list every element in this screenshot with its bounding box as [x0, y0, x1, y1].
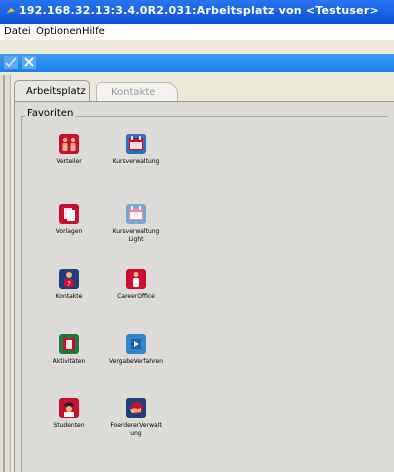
- favorite-verteiler[interactable]: Verteiler: [42, 134, 96, 166]
- app-icon: [6, 8, 16, 14]
- favorite-label: Vorlagen: [55, 228, 83, 235]
- favorite-kursverwaltung[interactable]: Kursverwaltung: [109, 134, 163, 166]
- favorite-label: CareerOffice: [117, 293, 155, 300]
- close-icon[interactable]: [21, 55, 37, 70]
- favorite-kontakte[interactable]: ? Kontakte: [42, 269, 96, 301]
- favorite-label: Aktivitäten: [52, 358, 86, 365]
- tab-kontakte[interactable]: Kontakte: [96, 82, 178, 102]
- graduate-icon: [59, 398, 79, 418]
- favorite-careeroffice[interactable]: CareerOffice: [109, 269, 163, 301]
- tab-arbeitsplatz-label: Arbeitsplatz: [26, 86, 86, 97]
- menu-optionen[interactable]: Optionen: [36, 26, 82, 37]
- check-icon[interactable]: [3, 55, 19, 70]
- window-title: 192.168.32.13:3.4.0R2.031:Arbeitsplatz v…: [19, 4, 379, 17]
- favorite-aktivitaeten[interactable]: Aktivitäten: [42, 334, 96, 366]
- calendar-icon: [126, 134, 146, 154]
- favorite-foerdererverwaltung[interactable]: FoerdererVerwaltung: [109, 398, 163, 438]
- favorite-studenten[interactable]: Studenten: [42, 398, 96, 430]
- menu-bar: Datei Optionen Hilfe: [0, 24, 394, 40]
- menu-hilfe[interactable]: Hilfe: [82, 26, 105, 37]
- favorite-label: VergabeVerfahren: [109, 358, 163, 365]
- calendar-light-icon: [126, 204, 146, 224]
- favorite-label: Kursverwaltung Light: [112, 228, 160, 243]
- favorite-kursverwaltung-light[interactable]: Kursverwaltung Light: [109, 204, 163, 244]
- contact-question-icon: ?: [59, 269, 79, 289]
- activities-icon: [59, 334, 79, 354]
- favorite-label: Studenten: [53, 422, 85, 429]
- favorite-label: Kursverwaltung: [112, 158, 160, 165]
- tab-content: Favoriten Verteiler Vorlagen ? Kontakte …: [14, 101, 394, 472]
- favorite-vorlagen[interactable]: Vorlagen: [42, 204, 96, 236]
- tab-arbeitsplatz[interactable]: Arbeitsplatz: [14, 80, 90, 102]
- favorite-label: Verteiler: [56, 158, 82, 165]
- career-person-icon: [126, 269, 146, 289]
- toolbar-strip: [0, 54, 394, 72]
- favorite-label: Kontakte: [55, 293, 83, 300]
- favorite-label: FoerdererVerwaltung: [110, 422, 162, 437]
- people-group-icon: [59, 134, 79, 154]
- splitter-line: [3, 75, 5, 472]
- svg-text:?: ?: [67, 280, 71, 288]
- favorites-legend: Favoriten: [25, 108, 76, 119]
- title-bar: 192.168.32.13:3.4.0R2.031:Arbeitsplatz v…: [0, 0, 394, 24]
- main-panel: Arbeitsplatz Kontakte Favoriten Verteile…: [14, 80, 394, 472]
- procedure-icon: [126, 334, 146, 354]
- left-splitter[interactable]: [0, 75, 11, 472]
- tab-kontakte-label: Kontakte: [111, 87, 156, 98]
- sponsor-hand-icon: [126, 398, 146, 418]
- toolbar: [0, 40, 394, 75]
- menu-datei[interactable]: Datei: [4, 26, 31, 37]
- documents-icon: [59, 204, 79, 224]
- favorite-vergabeverfahren[interactable]: VergabeVerfahren: [109, 334, 163, 366]
